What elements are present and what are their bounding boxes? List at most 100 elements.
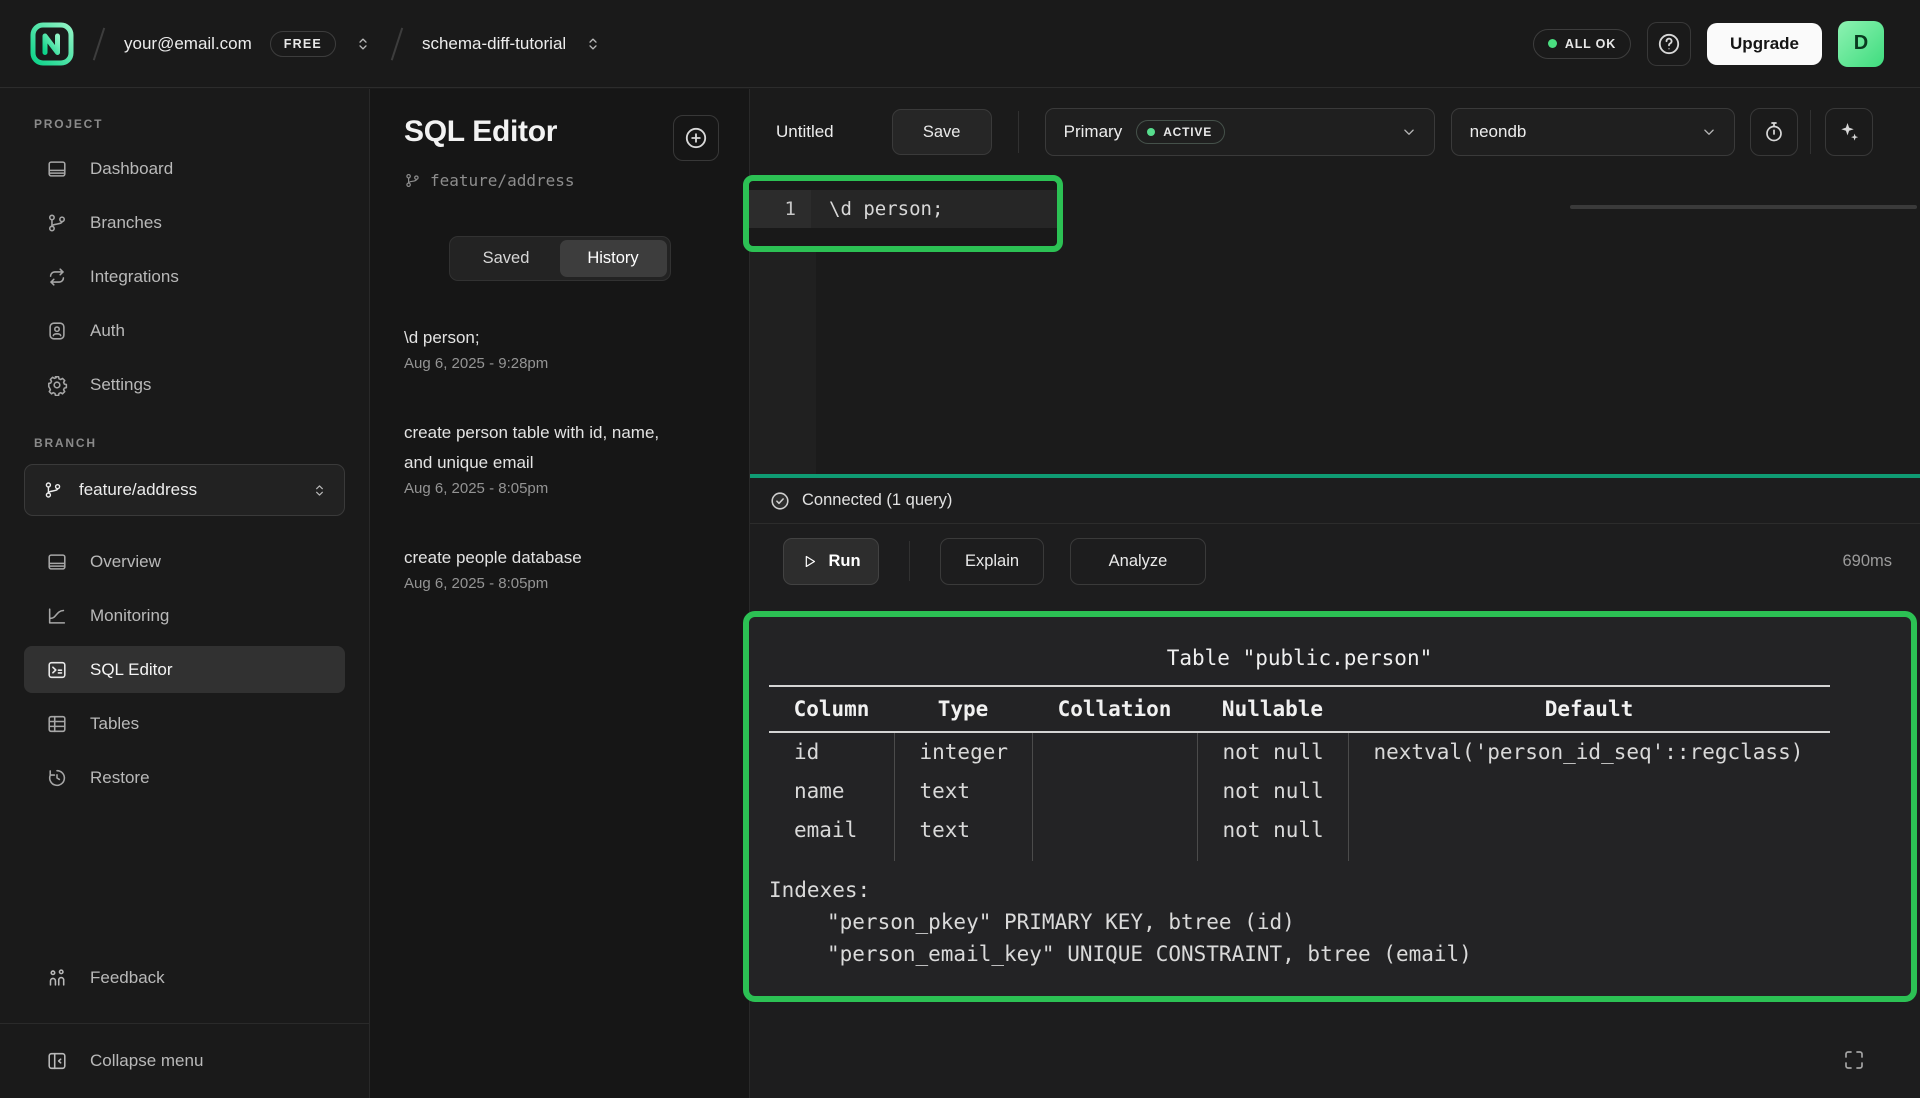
sidebar-item-tables[interactable]: Tables [24,700,345,747]
saved-history-tabs: Saved History [449,236,671,281]
cell-type: text [894,771,1032,810]
gear-icon [46,374,68,396]
sidebar-item-label: Dashboard [90,159,173,179]
sidebar-item-overview[interactable]: Overview [24,538,345,585]
status-badge[interactable]: ALL OK [1533,29,1631,59]
sidebar-item-label: Tables [90,714,139,734]
ai-sparkles-button[interactable] [1825,108,1873,156]
sidebar-footer: Feedback Collapse menu [0,954,369,1098]
project-switcher-chevrons-icon[interactable] [584,35,602,53]
actions-divider [909,541,910,581]
sidebar-item-label: Restore [90,768,150,788]
column-header: Default [1348,686,1830,732]
sidebar-item-label: SQL Editor [90,660,173,680]
analyze-button[interactable]: Analyze [1070,538,1206,585]
neon-logo-icon[interactable] [30,22,74,66]
branch-selector-chevrons-icon [311,482,328,499]
table-row: id integer not null nextval('person_id_s… [769,732,1830,771]
project-section-label: PROJECT [34,117,369,131]
collapse-panel-icon [46,1050,68,1072]
sidebar-item-integrations[interactable]: Integrations [24,253,345,300]
query-timing-button[interactable] [1750,108,1798,156]
column-header: Collation [1032,686,1197,732]
history-item-title: \d person; [404,323,682,353]
neon-console: your@email.com FREE schema-diff-tutorial… [0,0,1920,1098]
sidebar-item-label: Integrations [90,267,179,287]
highlight-box-query: 1 \d person; [743,175,1063,252]
tab-history[interactable]: History [560,240,667,277]
tab-saved[interactable]: Saved [453,240,560,277]
history-list-item[interactable]: create person table with id, name, and u… [404,418,715,497]
save-button[interactable]: Save [892,109,992,155]
account-email[interactable]: your@email.com [124,34,252,54]
results-table-title: Table "public.person" [769,643,1830,673]
topbar-actions: ALL OK Upgrade D [1533,21,1920,67]
column-header: Type [894,686,1032,732]
cell-type: integer [894,732,1032,771]
upgrade-button[interactable]: Upgrade [1707,23,1822,65]
sidebar-item-branches[interactable]: Branches [24,199,345,246]
feedback-button[interactable]: Feedback [0,954,369,1001]
editor-branch-label: feature/address [404,171,749,190]
sidebar-item-monitoring[interactable]: Monitoring [24,592,345,639]
history-list-item[interactable]: \d person; Aug 6, 2025 - 9:28pm [404,323,715,372]
branch-section-label: BRANCH [34,436,369,450]
help-button[interactable] [1647,22,1691,66]
table-grid-icon [46,713,68,735]
fullscreen-icon[interactable] [1841,1048,1867,1072]
chevron-down-icon [1400,123,1418,141]
query-tab-untitled[interactable]: Untitled [776,122,834,142]
cell-column: id [769,732,894,771]
dashboard-icon [46,158,68,180]
sidebar-item-label: Auth [90,321,125,341]
sidebar-item-sql-editor[interactable]: SQL Editor [24,646,345,693]
sql-code-text: \d person; [811,190,1057,228]
column-header: Column [769,686,894,732]
run-button[interactable]: Run [783,538,879,585]
cell-nullable: not null [1197,810,1348,849]
table-row: name text not null [769,771,1830,810]
highlight-box-results: Table "public.person" Column Type Collat… [743,611,1917,1002]
toolbar-divider [1810,110,1811,154]
avatar[interactable]: D [1838,21,1884,67]
explain-button[interactable]: Explain [940,538,1044,585]
breadcrumb: your@email.com FREE schema-diff-tutorial [0,22,602,66]
git-branch-icon [46,212,68,234]
plan-badge: FREE [270,31,336,57]
compute-active-label: ACTIVE [1163,125,1212,139]
sidebar-item-auth[interactable]: Auth [24,307,345,354]
indexes-block: Indexes: "person_pkey" PRIMARY KEY, btre… [769,874,1891,970]
connection-status-text: Connected (1 query) [802,491,952,510]
history-list-item[interactable]: create people database Aug 6, 2025 - 8:0… [404,543,715,592]
cell-type: text [894,810,1032,849]
query-duration: 690ms [1842,552,1892,571]
query-actions-row: Run Explain Analyze 690ms [750,524,1920,598]
play-icon [801,553,818,570]
code-line[interactable]: 1 \d person; [749,190,1057,228]
horizontal-scrollbar[interactable] [1570,205,1917,209]
sidebar-item-restore[interactable]: Restore [24,754,345,801]
history-clock-icon [46,767,68,789]
branch-selector-value: feature/address [79,480,197,500]
sidebar-item-dashboard[interactable]: Dashboard [24,145,345,192]
database-selector-value: neondb [1470,122,1527,142]
check-circle-icon [769,490,791,512]
collapse-menu-button[interactable]: Collapse menu [0,1037,369,1084]
query-results-output: Table "public.person" Column Type Collat… [749,617,1911,970]
new-query-button[interactable] [673,115,719,161]
history-item-time: Aug 6, 2025 - 8:05pm [404,480,715,497]
account-switcher-chevrons-icon[interactable] [354,35,372,53]
branch-selector[interactable]: feature/address [24,464,345,516]
index-entry: "person_pkey" PRIMARY KEY, btree (id) [769,906,1891,938]
sql-editor-panel: SQL Editor feature/address Saved History… [370,89,750,1098]
chart-icon [46,605,68,627]
table-row-spacer [769,849,1830,861]
compute-selector-value: Primary [1064,122,1123,142]
compute-selector[interactable]: Primary ACTIVE [1045,108,1435,156]
cell-collation [1032,810,1197,849]
database-selector[interactable]: neondb [1451,108,1735,156]
sidebar-item-settings[interactable]: Settings [24,361,345,408]
project-name[interactable]: schema-diff-tutorial [422,34,566,54]
feedback-people-icon [46,967,68,989]
breadcrumb-separator [92,27,106,61]
